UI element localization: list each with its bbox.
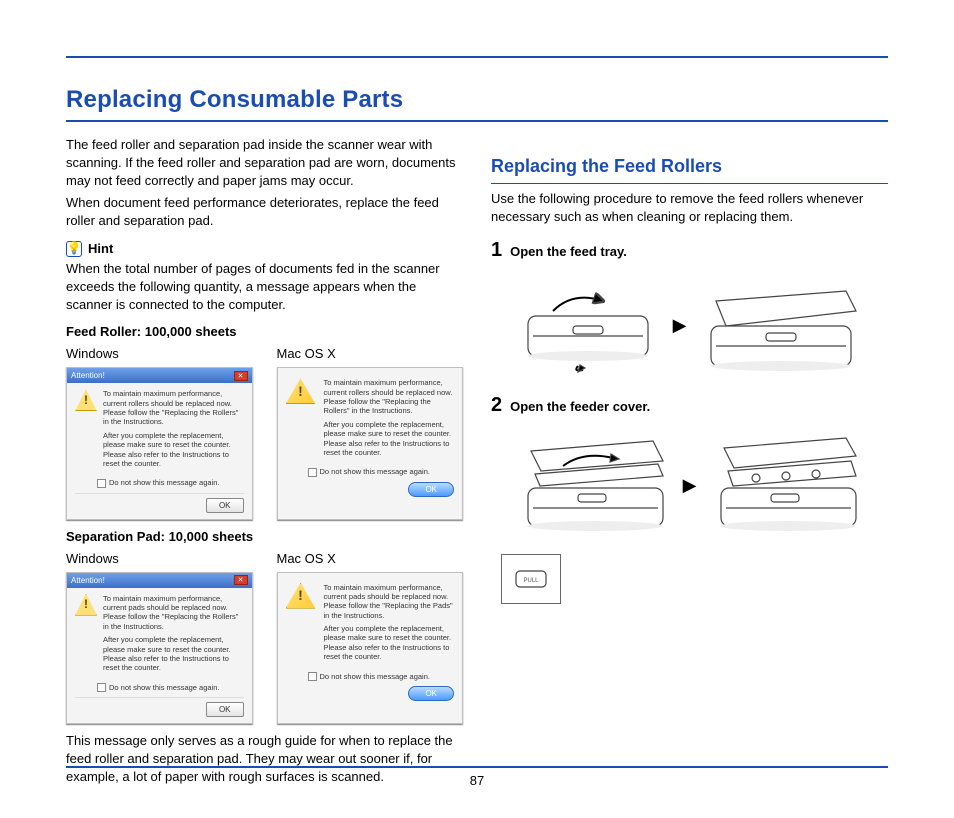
section-title: Replacing the Feed Rollers (491, 154, 888, 179)
right-column: Replacing the Feed Rollers Use the follo… (491, 136, 888, 790)
os-windows-label: Windows (66, 345, 253, 363)
checkbox-icon[interactable] (97, 683, 106, 692)
pull-label: PULL (523, 578, 539, 584)
os-windows-label: Windows (66, 550, 253, 568)
step-1: 1 Open the feed tray. (491, 240, 888, 261)
checkbox-icon[interactable] (308, 468, 317, 477)
os-mac-label: Mac OS X (277, 345, 464, 363)
dialog-body-text: To maintain maximum performance, current… (103, 594, 244, 677)
dialog-body-text: To maintain maximum performance, current… (103, 389, 244, 472)
sequence-arrow-icon: ▶ (673, 313, 687, 338)
dialog-title-text: Attention! (71, 370, 105, 381)
section-rule (491, 183, 888, 184)
scanner-cover-open-illustration (706, 426, 866, 546)
dialog-checkbox-row[interactable]: Do not show this message again. (97, 683, 244, 693)
hint-label: Hint (88, 240, 113, 258)
intro-paragraph-2: When document feed performance deteriora… (66, 194, 463, 230)
step-text: Open the feeder cover. (510, 395, 650, 416)
warning-icon: ! (286, 378, 316, 404)
step-text: Open the feed tray. (510, 240, 627, 261)
scanner-tray-open-illustration (696, 271, 866, 381)
title-rule (66, 120, 888, 122)
dialog-titlebar: Attention! ✕ (67, 573, 252, 588)
dialog-row-pad: Attention! ✕ ! To maintain maximum perfo… (66, 572, 463, 724)
windows-dialog-pad: Attention! ✕ ! To maintain maximum perfo… (66, 572, 253, 724)
step-number: 2 (491, 395, 502, 415)
scanner-cover-opening-illustration (513, 426, 673, 546)
ok-button[interactable]: OK (206, 498, 244, 513)
dialog-title-text: Attention! (71, 575, 105, 586)
dialog-row-roller: Attention! ✕ ! To maintain maximum perfo… (66, 367, 463, 519)
dialog-body-text: To maintain maximum performance, current… (324, 378, 455, 461)
top-rule (66, 56, 888, 58)
os-header-row-1: Windows Mac OS X (66, 345, 463, 363)
os-header-row-2: Windows Mac OS X (66, 550, 463, 568)
hint-icon: 💡 (66, 241, 82, 257)
dialog-checkbox-row[interactable]: Do not show this message again. (308, 467, 455, 477)
mac-dialog-roller: ! To maintain maximum performance, curre… (277, 367, 464, 519)
illustration-row-1: ▶ (491, 271, 888, 381)
separation-pad-heading: Separation Pad: 10,000 sheets (66, 528, 463, 546)
two-column-layout: The feed roller and separation pad insid… (66, 136, 888, 790)
checkbox-icon[interactable] (97, 479, 106, 488)
page-title: Replacing Consumable Parts (66, 86, 888, 114)
dialog-titlebar: Attention! ✕ (67, 368, 252, 383)
warning-icon: ! (75, 389, 97, 411)
illustration-row-2: ▶ (491, 426, 888, 546)
warning-icon: ! (286, 583, 316, 609)
step-2: 2 Open the feeder cover. (491, 395, 888, 416)
feed-roller-heading: Feed Roller: 100,000 sheets (66, 323, 463, 341)
ok-button[interactable]: OK (408, 686, 454, 701)
hint-text: When the total number of pages of docume… (66, 260, 463, 314)
mac-dialog-pad: ! To maintain maximum performance, curre… (277, 572, 464, 724)
hint-header: 💡 Hint (66, 240, 463, 258)
pull-tab-illustration: PULL (506, 559, 556, 599)
page-number: 87 (0, 773, 954, 788)
inset-detail: PULL (501, 554, 888, 604)
dialog-checkbox-row[interactable]: Do not show this message again. (97, 478, 244, 488)
close-icon[interactable]: ✕ (234, 575, 248, 585)
dialog-checkbox-row[interactable]: Do not show this message again. (308, 672, 455, 682)
intro-paragraph-1: The feed roller and separation pad insid… (66, 136, 463, 190)
bottom-rule (66, 766, 888, 768)
dialog-body-text: To maintain maximum performance, current… (324, 583, 455, 666)
checkbox-icon[interactable] (308, 672, 317, 681)
warning-icon: ! (75, 594, 97, 616)
os-mac-label: Mac OS X (277, 550, 464, 568)
document-page: Replacing Consumable Parts The feed roll… (0, 0, 954, 790)
ok-button[interactable]: OK (408, 482, 454, 497)
close-icon[interactable]: ✕ (234, 371, 248, 381)
step-number: 1 (491, 240, 502, 260)
scanner-closed-illustration (513, 276, 663, 376)
ok-button[interactable]: OK (206, 702, 244, 717)
sequence-arrow-icon: ▶ (683, 473, 697, 498)
windows-dialog-roller: Attention! ✕ ! To maintain maximum perfo… (66, 367, 253, 519)
left-column: The feed roller and separation pad insid… (66, 136, 463, 790)
section-intro: Use the following procedure to remove th… (491, 190, 888, 226)
